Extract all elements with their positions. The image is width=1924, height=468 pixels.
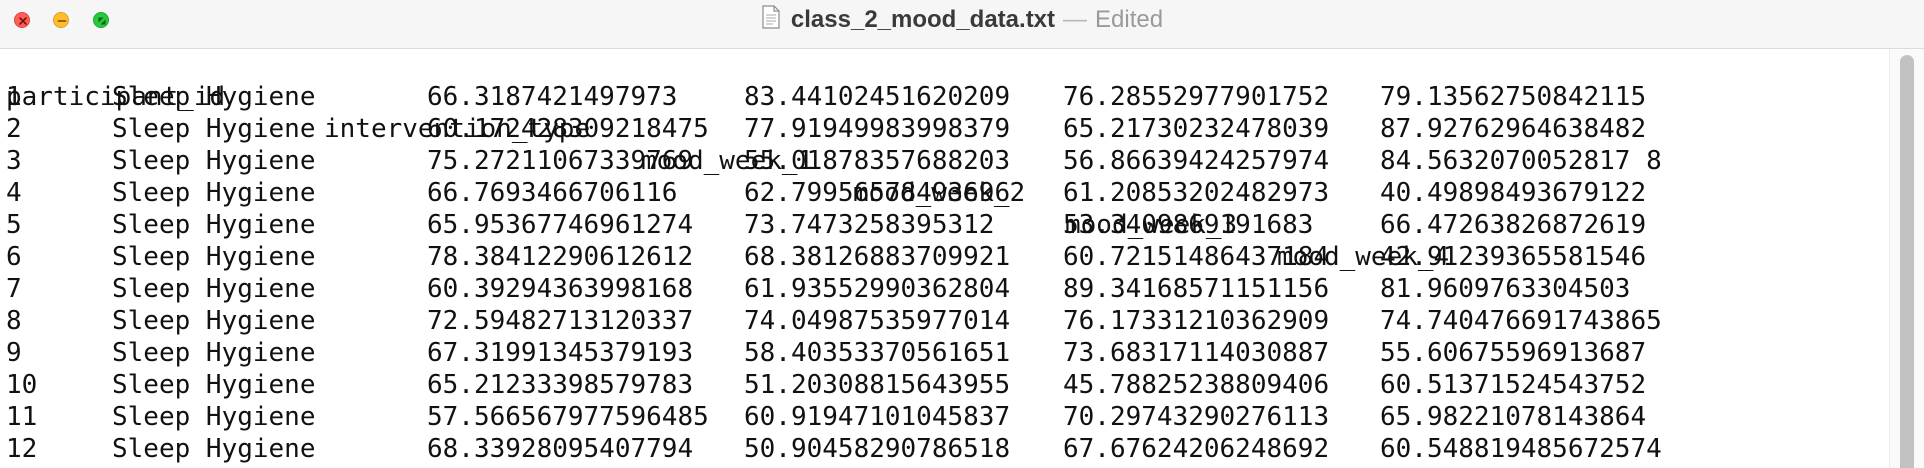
table-row: 11 Sleep Hygiene 57.566567977596485 60.9194… — [6, 401, 1886, 433]
table-cell: 75.27211067339769 — [427, 146, 694, 176]
table-row: 4 Sleep Hygiene 66.7693466706116 62.7995657… — [6, 177, 1886, 209]
table-cell: Sleep Hygiene — [112, 146, 316, 176]
table-cell: 60.39294363998168 — [427, 274, 694, 304]
table-cell: 73.7473258395312 — [744, 210, 995, 240]
text-document-icon[interactable] — [761, 4, 781, 36]
table-cell: 40.49898493679122 — [1380, 178, 1647, 208]
table-cell: 1 — [6, 82, 22, 112]
table-cell: 68.38126883709921 — [744, 242, 1011, 272]
table-cell: 12 — [6, 434, 38, 464]
table-cell: 60.172428309218475 — [427, 114, 709, 144]
table-cell: Sleep Hygiene — [112, 274, 316, 304]
document-body[interactable]: participant_id intervention_type mood_we… — [6, 49, 1886, 468]
table-cell: 10 — [6, 370, 38, 400]
vertical-scrollbar[interactable] — [1889, 49, 1924, 468]
table-cell: 55.01878357688203 — [744, 146, 1011, 176]
textedit-window: class_2_mood_data.txt — Edited participa… — [0, 0, 1924, 468]
table-cell: 45.78825238809406 — [1063, 370, 1330, 400]
table-row: 7 Sleep Hygiene 60.39294363998168 61.935529… — [6, 273, 1886, 305]
table-cell: Sleep Hygiene — [112, 114, 316, 144]
table-cell: Sleep Hygiene — [112, 242, 316, 272]
table-cell: 56.86639424257974 — [1063, 146, 1330, 176]
table-row: 8 Sleep Hygiene 72.59482713120337 74.049875… — [6, 305, 1886, 337]
table-cell: 65.21730232478039 — [1063, 114, 1330, 144]
table-cell: Sleep Hygiene — [112, 338, 316, 368]
table-cell: 9 — [6, 338, 22, 368]
table-cell: 66.3187421497973 — [427, 82, 678, 112]
table-cell: Sleep Hygiene — [112, 178, 316, 208]
document-filename[interactable]: class_2_mood_data.txt — [791, 6, 1055, 34]
table-cell: 4 — [6, 178, 22, 208]
table-row: 9 Sleep Hygiene 67.31991345379193 58.403533… — [6, 337, 1886, 369]
table-cell: 70.29743290276113 — [1063, 402, 1330, 432]
table-cell: 77.91949983998379 — [744, 114, 1011, 144]
table-row: 5 Sleep Hygiene 65.95367746961274 73.747325… — [6, 209, 1886, 241]
table-cell: 87.92762964638482 — [1380, 114, 1647, 144]
close-icon[interactable] — [14, 12, 30, 28]
table-cell: 62.79956578493696 — [744, 178, 1011, 208]
table-cell: 73.68317114030887 — [1063, 338, 1330, 368]
table-cell: 7 — [6, 274, 22, 304]
table-row: 12 Sleep Hygiene 68.33928095407794 50.90458… — [6, 433, 1886, 465]
title-separator: — — [1063, 6, 1088, 33]
table-cell: Sleep Hygiene — [112, 434, 316, 464]
table-cell: 53.3409869191683 — [1063, 210, 1314, 240]
table-cell: 84.5632070052817 8 — [1380, 146, 1662, 176]
table-cell: Sleep Hygiene — [112, 210, 316, 240]
table-cell: 65.21233398579783 — [427, 370, 694, 400]
table-row: 2 Sleep Hygiene 60.172428309218475 77.91949… — [6, 113, 1886, 145]
document-status[interactable]: Edited — [1095, 6, 1163, 34]
table-cell: 89.34168571151156 — [1063, 274, 1330, 304]
table-cell: 6 — [6, 242, 22, 272]
table-cell: 61.20853202482973 — [1063, 178, 1330, 208]
table-cell: 76.17331210362909 — [1063, 306, 1330, 336]
table-cell: Sleep Hygiene — [112, 306, 316, 336]
table-cell: 65.95367746961274 — [427, 210, 694, 240]
scrollbar-thumb[interactable] — [1900, 55, 1914, 468]
minimize-icon[interactable] — [53, 12, 69, 28]
table-cell: 3 — [6, 146, 22, 176]
table-cell: 79.13562750842115 — [1380, 82, 1647, 112]
table-cell: 60.548819485672574 — [1380, 434, 1662, 464]
table-row: 6 Sleep Hygiene 78.38412290612612 68.381268… — [6, 241, 1886, 273]
table-cell: Sleep Hygiene — [112, 370, 316, 400]
table-cell: 76.28552977901752 — [1063, 82, 1330, 112]
document-text-area[interactable]: participant_id intervention_type mood_we… — [0, 49, 1890, 468]
table-cell: 66.47263826872619 — [1380, 210, 1647, 240]
table-cell: 58.40353370561651 — [744, 338, 1011, 368]
table-cell: 67.67624206248692 — [1063, 434, 1330, 464]
table-cell: 66.7693466706116 — [427, 178, 678, 208]
table-cell: 50.90458290786518 — [744, 434, 1011, 464]
table-cell: 74.740476691743865 — [1380, 306, 1662, 336]
table-row: 10 Sleep Hygiene 65.21233398579783 51.20308… — [6, 369, 1886, 401]
window-title: class_2_mood_data.txt — Edited — [0, 0, 1924, 40]
table-cell: 55.60675596913687 — [1380, 338, 1647, 368]
title-bar[interactable]: class_2_mood_data.txt — Edited — [0, 0, 1924, 49]
table-cell: 72.59482713120337 — [427, 306, 694, 336]
table-cell: Sleep Hygiene — [112, 402, 316, 432]
table-cell: 60.91947101045837 — [744, 402, 1011, 432]
table-cell: 61.93552990362804 — [744, 274, 1011, 304]
table-row: 1 Sleep Hygiene 66.3187421497973 83.4410245… — [6, 81, 1886, 113]
table-cell: 83.44102451620209 — [744, 82, 1011, 112]
table-cell: 2 — [6, 114, 22, 144]
table-cell: 8 — [6, 306, 22, 336]
table-cell: 60.72151486437184 — [1063, 242, 1330, 272]
table-cell: 81.9609763304503 — [1380, 274, 1631, 304]
table-cell: 78.38412290612612 — [427, 242, 694, 272]
table-cell: 11 — [6, 402, 38, 432]
table-cell: 67.31991345379193 — [427, 338, 694, 368]
fullscreen-icon[interactable] — [93, 12, 109, 28]
table-cell: 42.91239365581546 — [1380, 242, 1647, 272]
table-row: 3 Sleep Hygiene 75.27211067339769 55.018783… — [6, 145, 1886, 177]
header-row: participant_id intervention_type mood_we… — [6, 49, 1886, 272]
table-cell: Sleep Hygiene — [112, 82, 316, 112]
table-cell: 5 — [6, 210, 22, 240]
table-cell: 65.98221078143864 — [1380, 402, 1647, 432]
table-cell: 51.20308815643955 — [744, 370, 1011, 400]
table-cell: 74.04987535977014 — [744, 306, 1011, 336]
table-cell: 68.33928095407794 — [427, 434, 694, 464]
table-cell: 60.51371524543752 — [1380, 370, 1647, 400]
table-cell: 57.566567977596485 — [427, 402, 709, 432]
